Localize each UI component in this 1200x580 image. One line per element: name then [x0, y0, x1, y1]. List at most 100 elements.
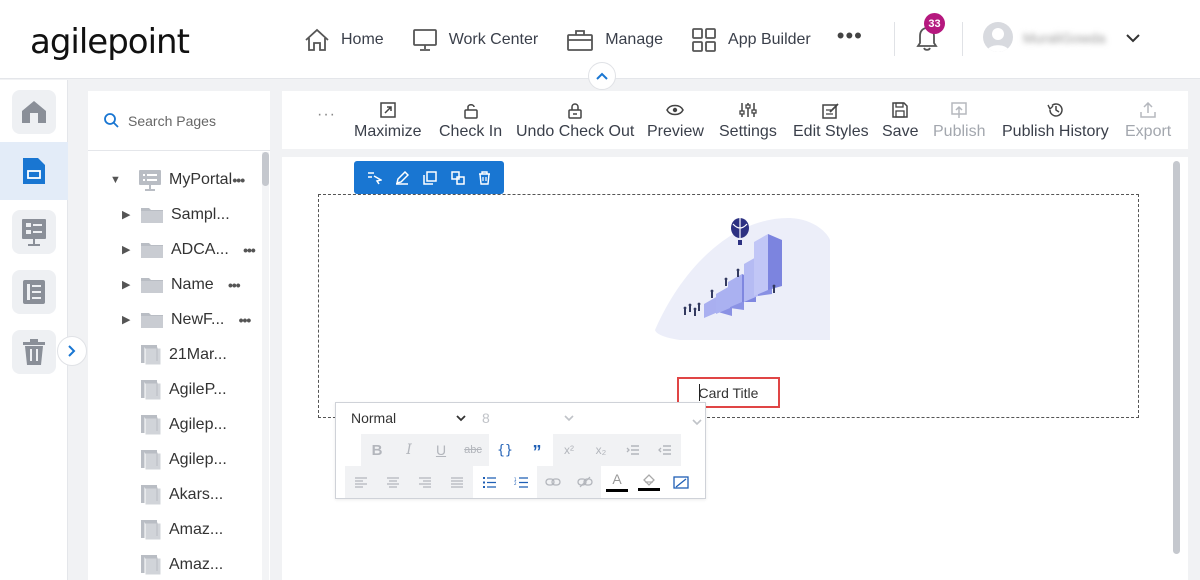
- underline-button[interactable]: U: [425, 434, 457, 466]
- search-icon: [104, 113, 119, 128]
- svg-text:2: 2: [514, 481, 517, 486]
- avatar[interactable]: [983, 22, 1013, 52]
- rich-text-toolbar: Normal 8 B I U abc {} ” x² x₂ 12 A: [335, 402, 706, 499]
- rail-pages-button[interactable]: [0, 142, 68, 200]
- tree-folder-item[interactable]: ▶ Name •••: [122, 267, 241, 302]
- rail-trash-button[interactable]: [12, 330, 56, 374]
- outdent-button[interactable]: [649, 434, 681, 466]
- unlink-button[interactable]: [569, 466, 601, 498]
- tree-item-more-button[interactable]: •••: [228, 277, 241, 293]
- canvas-scrollbar[interactable]: [1173, 161, 1180, 554]
- align-right-button[interactable]: [409, 466, 441, 498]
- tree-page-item[interactable]: Agilep...: [140, 442, 227, 477]
- superscript-button[interactable]: x²: [553, 434, 585, 466]
- maximize-button[interactable]: Maximize: [354, 99, 422, 141]
- expand-arrow-icon[interactable]: ▶: [122, 243, 140, 256]
- edit-styles-button[interactable]: Edit Styles: [793, 99, 869, 141]
- tree-page-item[interactable]: Akars...: [140, 477, 223, 512]
- expand-arrow-icon[interactable]: ▶: [122, 208, 140, 221]
- publish-history-button[interactable]: Publish History: [1002, 99, 1109, 141]
- strikethrough-button[interactable]: abc: [457, 434, 489, 466]
- nav-app-builder[interactable]: App Builder: [691, 28, 811, 52]
- subscript-button[interactable]: x₂: [585, 434, 617, 466]
- tree-root-more-button[interactable]: •••: [232, 172, 245, 188]
- collapse-arrow-icon[interactable]: ▼: [110, 174, 128, 186]
- tree-item-more-button[interactable]: •••: [243, 242, 256, 258]
- background-color-button[interactable]: [633, 466, 665, 498]
- font-size-select[interactable]: 8: [482, 410, 574, 426]
- tree-scrollbar[interactable]: [262, 152, 269, 186]
- underline-icon: U: [435, 442, 447, 458]
- sliders-icon: [739, 103, 757, 117]
- undo-check-out-button[interactable]: Undo Check Out: [516, 99, 634, 141]
- justify-button[interactable]: [441, 466, 473, 498]
- tree-folder-item[interactable]: ▶ Sampl...: [122, 197, 230, 232]
- expand-rail-button[interactable]: [57, 336, 87, 366]
- nav-work-center[interactable]: Work Center: [412, 28, 539, 52]
- expand-arrow-icon[interactable]: ▶: [122, 278, 140, 291]
- portal-icon: [139, 169, 161, 191]
- tree-page-item[interactable]: AgileP...: [140, 372, 227, 407]
- user-menu-chevron[interactable]: [1126, 30, 1140, 48]
- nav-manage[interactable]: Manage: [566, 28, 663, 52]
- tree-page-item[interactable]: Amaz...: [140, 512, 223, 547]
- check-in-button[interactable]: Check In: [439, 99, 502, 141]
- bullet-list-button[interactable]: [473, 466, 505, 498]
- tree-item-more-button[interactable]: •••: [239, 312, 252, 328]
- indent-button[interactable]: [617, 434, 649, 466]
- maximize-icon: [380, 102, 396, 118]
- publish-button[interactable]: Publish: [933, 99, 985, 141]
- search-pages-box[interactable]: Search Pages: [88, 91, 270, 151]
- edit-icon[interactable]: [395, 170, 410, 185]
- tree-page-item[interactable]: Agilep...: [140, 407, 227, 442]
- rail-home-button[interactable]: [12, 90, 56, 134]
- nav-app-builder-label: App Builder: [728, 31, 811, 48]
- page-icon: [141, 554, 162, 575]
- copy-icon[interactable]: [423, 170, 437, 185]
- expand-arrow-icon[interactable]: ▶: [122, 313, 140, 326]
- page-icon: [141, 449, 162, 470]
- font-color-button[interactable]: A: [601, 466, 633, 498]
- nav-home[interactable]: Home: [304, 28, 384, 52]
- justify-icon: [451, 476, 463, 488]
- tree-item-label: NewF...: [171, 310, 225, 328]
- export-button[interactable]: Export: [1125, 99, 1171, 141]
- align-left-button[interactable]: [345, 466, 377, 498]
- italic-button[interactable]: I: [393, 434, 425, 466]
- rail-process-button[interactable]: [12, 210, 56, 254]
- format-select[interactable]: Normal: [351, 410, 466, 426]
- toolbar-more-button[interactable]: ···: [317, 106, 336, 124]
- rte-select-row: Normal 8: [336, 403, 706, 434]
- publish-icon: [951, 101, 967, 118]
- tree-page-item[interactable]: 21Mar...: [140, 337, 227, 372]
- preview-button[interactable]: Preview: [647, 99, 704, 141]
- tree-root-item[interactable]: ▼ MyPortal •••: [110, 162, 245, 197]
- rte-paragraph-row: 12 A: [345, 466, 697, 498]
- agilepoint-logo[interactable]: agilepoint: [30, 22, 190, 62]
- settings-button[interactable]: Settings: [719, 99, 777, 141]
- collapse-header-button[interactable]: [588, 62, 616, 90]
- user-name[interactable]: MuraliGowda: [1023, 30, 1105, 46]
- rail-list-button[interactable]: [12, 270, 56, 314]
- code-block-button[interactable]: {}: [489, 434, 521, 466]
- bold-button[interactable]: B: [361, 434, 393, 466]
- duplicate-icon[interactable]: [450, 170, 465, 185]
- strikethrough-icon: abc: [464, 444, 482, 456]
- save-button[interactable]: Save: [882, 99, 918, 141]
- search-input[interactable]: Search Pages: [128, 113, 216, 129]
- link-button[interactable]: [537, 466, 569, 498]
- nav-work-center-label: Work Center: [448, 31, 539, 48]
- tree-folder-item[interactable]: ▶ NewF... •••: [122, 302, 251, 337]
- code-icon: {}: [497, 442, 513, 458]
- numbered-list-button[interactable]: 12: [505, 466, 537, 498]
- unlock-icon: [463, 103, 478, 119]
- select-parent-icon[interactable]: [367, 171, 382, 185]
- tree-folder-item[interactable]: ▶ ADCA... •••: [122, 232, 256, 267]
- nav-more-button[interactable]: •••: [837, 23, 863, 49]
- blockquote-button[interactable]: ”: [521, 434, 553, 466]
- delete-icon[interactable]: [478, 170, 491, 185]
- tree-page-item[interactable]: Amaz...: [140, 547, 223, 580]
- extra-select-chevron[interactable]: [692, 413, 702, 431]
- clear-format-button[interactable]: [665, 466, 697, 498]
- align-center-button[interactable]: [377, 466, 409, 498]
